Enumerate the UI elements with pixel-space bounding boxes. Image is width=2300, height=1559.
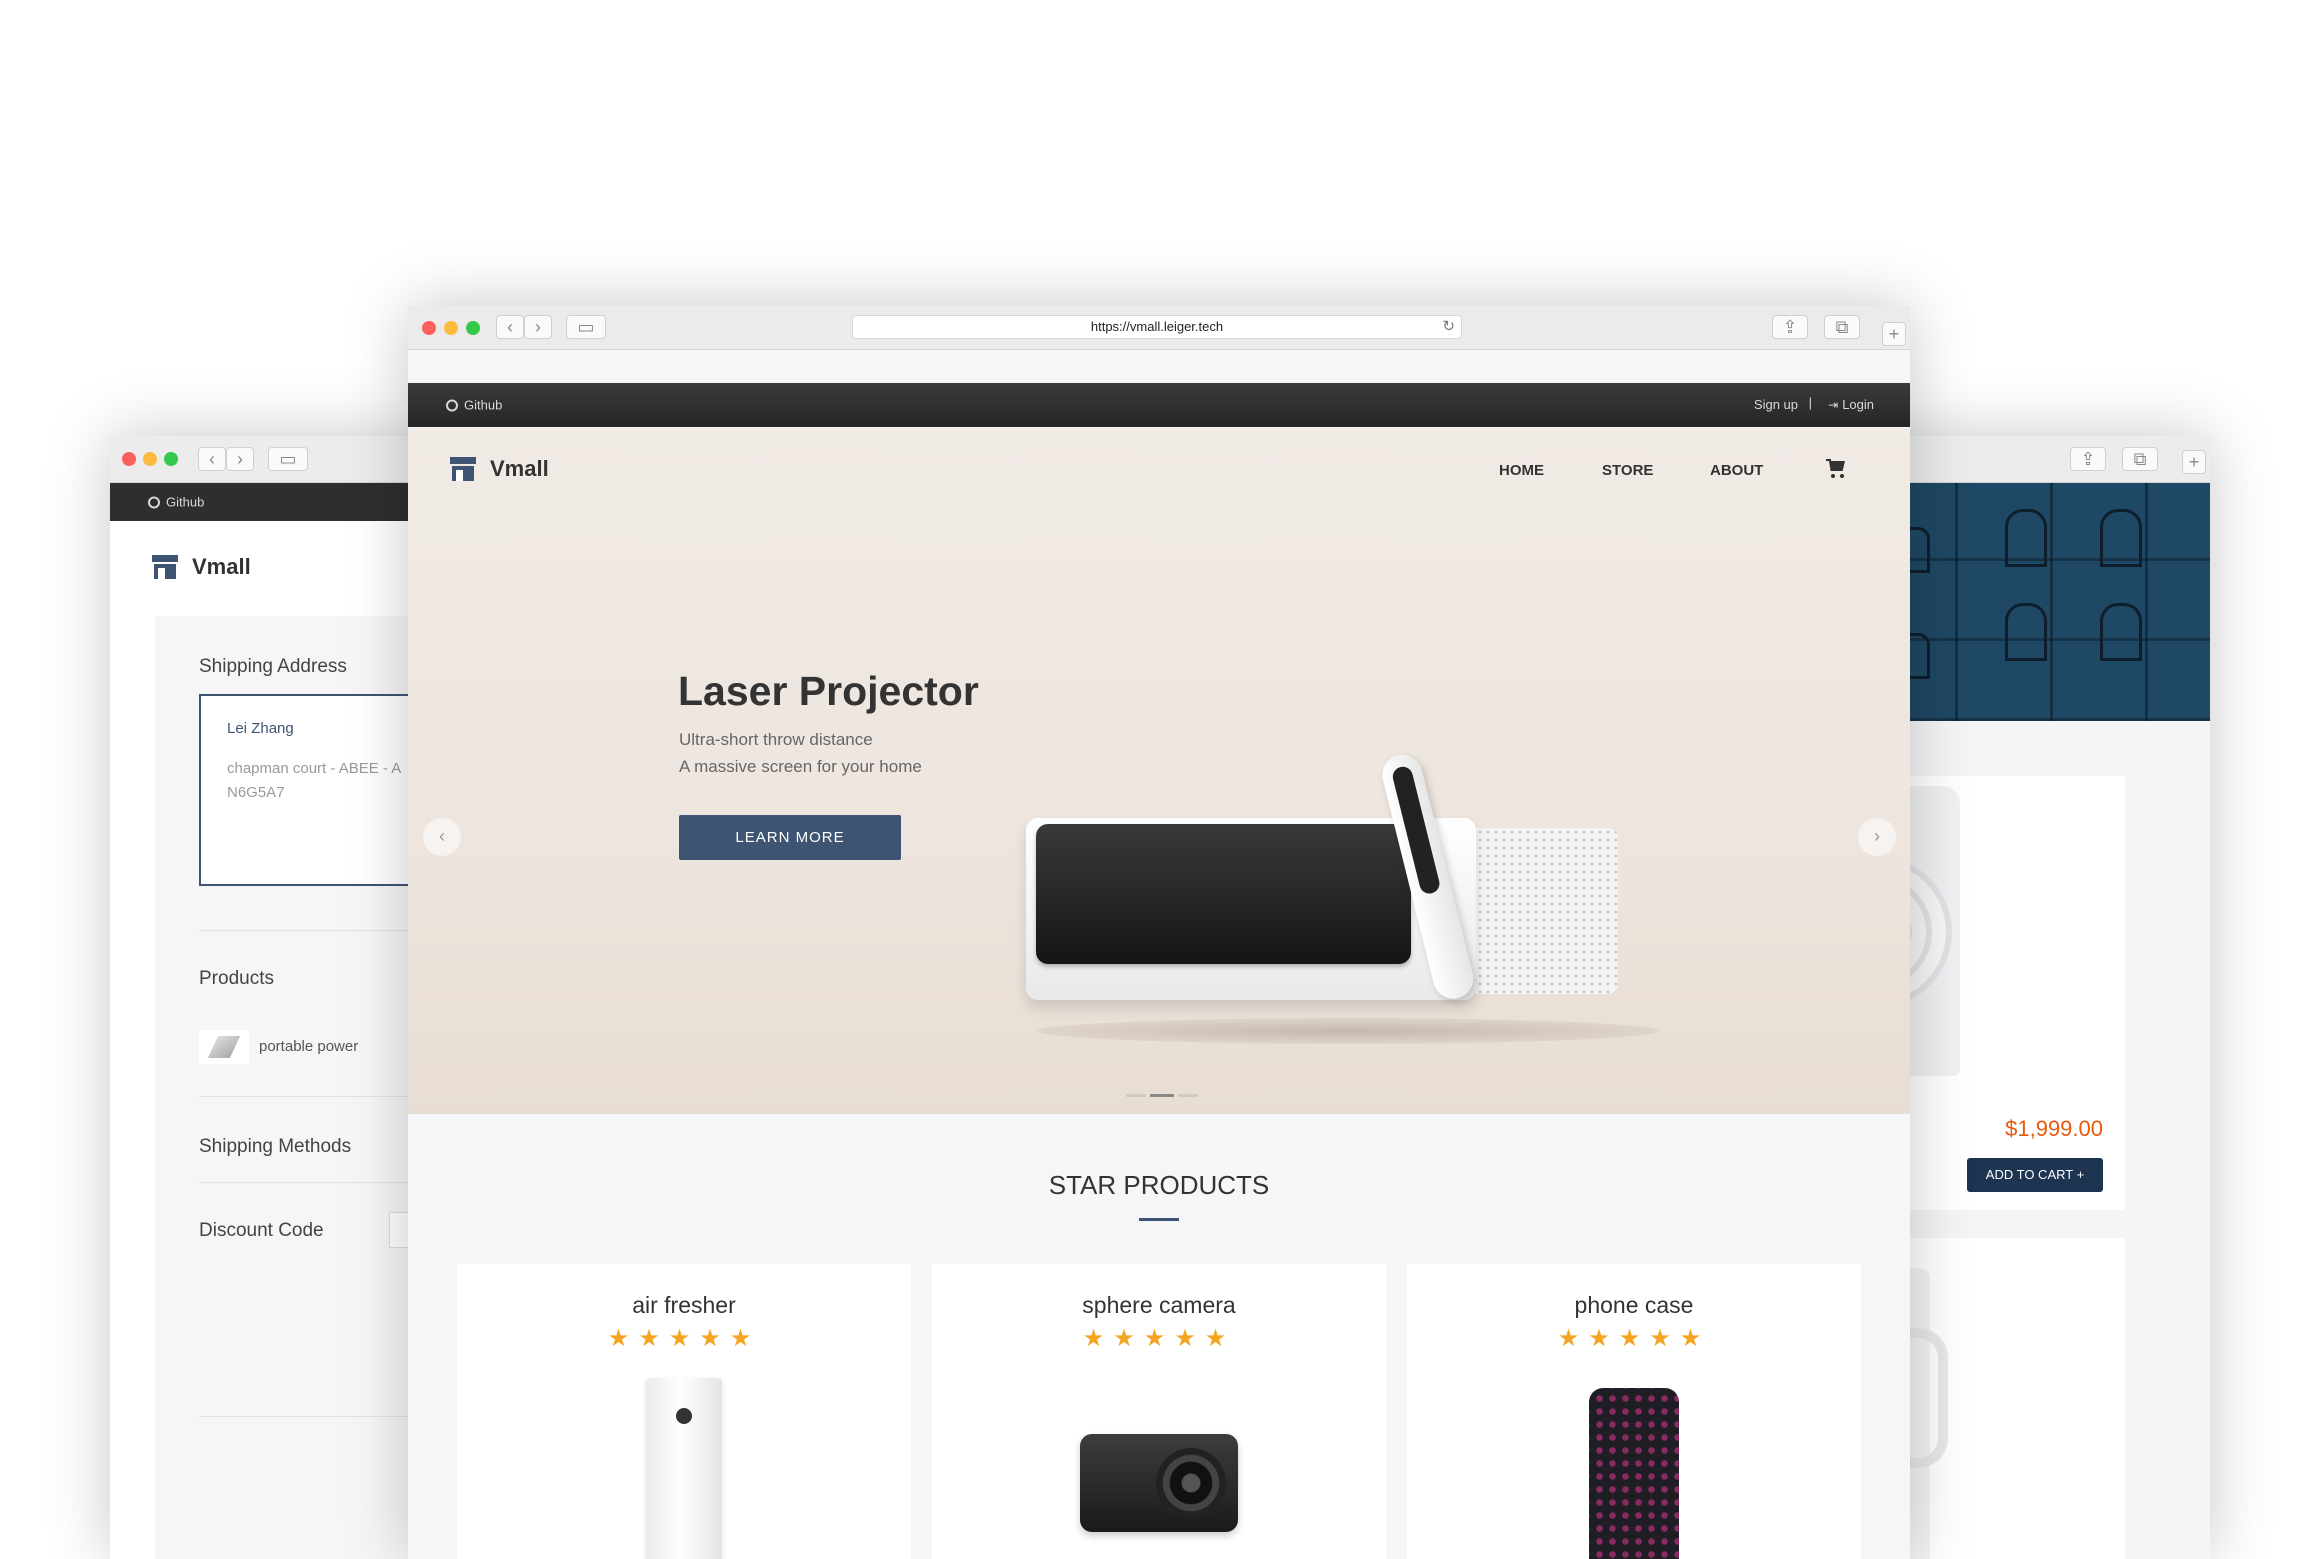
product-card[interactable]: sphere camera ★★★★★ <box>932 1264 1386 1559</box>
share-icon[interactable]: ⇪ <box>1772 315 1808 339</box>
header-separator: | <box>1808 395 1812 410</box>
sidebar-icon[interactable]: ▭ <box>566 315 606 339</box>
checkout-panel: Shipping Address Lei Zhang chapman court… <box>155 616 450 1559</box>
learn-more-button[interactable]: LEARN MORE <box>679 815 901 860</box>
hero-subtitle-2: A massive screen for your home <box>679 757 922 776</box>
carousel-dot[interactable] <box>1178 1094 1198 1097</box>
checkout-window: ‹ › ▭ Github Vmall Shipping Address Lei … <box>110 436 450 1559</box>
minimize-dot[interactable] <box>444 320 458 335</box>
carousel-indicators <box>1126 1094 1198 1097</box>
sidebar-icon[interactable]: ▭ <box>268 447 308 471</box>
github-label: Github <box>464 397 503 413</box>
store-icon <box>450 457 476 481</box>
github-icon <box>446 399 458 411</box>
top-bar: Github Sign up | ⇥ Login <box>408 383 1910 427</box>
carousel-dot[interactable] <box>1126 1094 1146 1097</box>
close-dot[interactable] <box>122 452 136 466</box>
close-dot[interactable] <box>422 320 436 335</box>
product-price: $1,999.00 <box>2005 1116 2103 1141</box>
site-logo[interactable]: Vmall <box>152 554 251 580</box>
browser-toolbar: ‹ › ▭ <box>110 436 450 483</box>
air-fresher-image <box>646 1378 722 1559</box>
signup-link[interactable]: Sign up <box>1754 397 1798 412</box>
address-name: Lei Zhang <box>227 720 294 737</box>
hero-carousel: Vmall HOME STORE ABOUT Laser Projector U… <box>408 428 1910 1114</box>
share-icon[interactable]: ⇪ <box>2070 447 2106 471</box>
star-products-heading: STAR PRODUCTS <box>1048 1170 1270 1200</box>
logo-text: Vmall <box>490 456 549 481</box>
product-name: sphere camera <box>1082 1292 1236 1318</box>
bookmarks-strip <box>408 350 1910 383</box>
address-bar[interactable]: https://vmall.leiger.tech ↻ <box>852 315 1462 339</box>
sphere-camera-image <box>1080 1434 1238 1532</box>
shipping-address-label: Shipping Address <box>199 656 347 677</box>
cart-icon[interactable] <box>1826 459 1848 479</box>
back-icon[interactable]: ‹ <box>198 447 226 471</box>
login-label: Login <box>1842 397 1874 412</box>
phone-case-image <box>1589 1388 1679 1559</box>
github-icon <box>148 496 160 508</box>
reload-icon[interactable]: ↻ <box>1442 317 1455 335</box>
minimize-dot[interactable] <box>143 452 157 466</box>
new-tab-icon[interactable]: + <box>2182 450 2206 474</box>
address-line2: N6G5A7 <box>227 784 285 801</box>
star-rating: ★★★★★ <box>1082 1325 1236 1352</box>
browser-toolbar: ⇪ ⧉ + <box>1860 436 2210 483</box>
shipping-methods-label: Shipping Methods <box>199 1136 352 1157</box>
forward-icon[interactable]: › <box>226 447 254 471</box>
nav-about[interactable]: ABOUT <box>1710 462 1763 479</box>
tabs-icon[interactable]: ⧉ <box>1824 315 1860 339</box>
product-card[interactable]: air fresher ★★★★★ <box>457 1264 911 1559</box>
top-bar: Github <box>110 483 450 521</box>
new-tab-icon[interactable]: + <box>1882 322 1906 346</box>
store-banner <box>1860 483 2210 721</box>
github-label: Github <box>166 494 205 510</box>
carousel-next-button[interactable]: › <box>1858 818 1896 856</box>
address-line1: chapman court - ABEE - A <box>227 760 402 777</box>
hero-title: Laser Projector <box>678 668 979 714</box>
github-link[interactable]: Github <box>148 495 204 510</box>
maximize-dot[interactable] <box>164 452 178 466</box>
carousel-dot-active[interactable] <box>1150 1094 1174 1097</box>
projector-image <box>1008 628 1688 1068</box>
url-text: https://vmall.leiger.tech <box>1090 319 1224 334</box>
product-name: portable power <box>259 1038 359 1055</box>
login-link[interactable]: ⇥ Login <box>1828 397 1874 412</box>
back-icon[interactable]: ‹ <box>496 315 524 339</box>
home-window: ‹ › ▭ https://vmall.leiger.tech ↻ ⇪ ⧉ + … <box>408 306 1910 1559</box>
site-logo[interactable]: Vmall <box>450 456 549 482</box>
maximize-dot[interactable] <box>466 320 480 335</box>
products-label: Products <box>199 968 274 989</box>
login-icon: ⇥ <box>1828 398 1839 412</box>
carousel-prev-button[interactable]: ‹ <box>423 818 461 856</box>
browser-toolbar: ‹ › ▭ https://vmall.leiger.tech ↻ ⇪ ⧉ + <box>408 306 1910 350</box>
nav-store[interactable]: STORE <box>1602 462 1653 479</box>
product-name: air fresher <box>632 1292 736 1318</box>
star-rating: ★★★★★ <box>1557 1325 1711 1352</box>
nav-home[interactable]: HOME <box>1499 462 1544 479</box>
hero-subtitle-1: Ultra-short throw distance <box>679 730 873 749</box>
product-thumbnail <box>199 1030 249 1064</box>
github-link[interactable]: Github <box>446 398 502 413</box>
heading-underline <box>1139 1218 1179 1221</box>
product-card[interactable]: phone case ★★★★★ <box>1407 1264 1861 1559</box>
discount-code-label: Discount Code <box>199 1220 324 1241</box>
forward-icon[interactable]: › <box>524 315 552 339</box>
tabs-icon[interactable]: ⧉ <box>2122 447 2158 471</box>
store-window: ⇪ ⧉ + yer $1,999.00 ADD TO CART + <box>1860 436 2210 1559</box>
store-icon <box>152 555 178 579</box>
product-name: phone case <box>1574 1292 1694 1318</box>
logo-text: Vmall <box>192 554 251 579</box>
star-rating: ★★★★★ <box>607 1325 761 1352</box>
add-to-cart-button[interactable]: ADD TO CART + <box>1967 1158 2103 1192</box>
